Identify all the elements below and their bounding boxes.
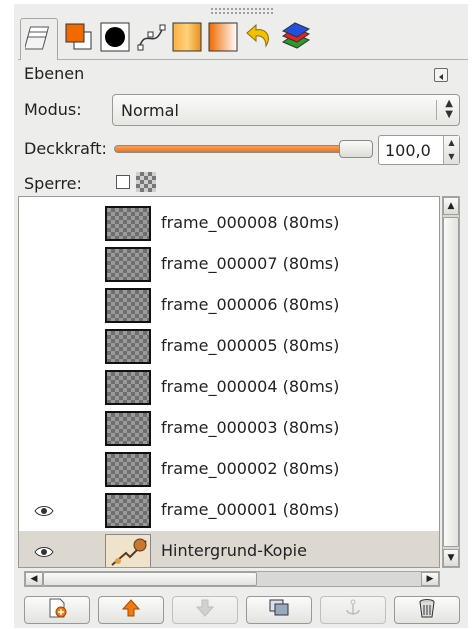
- spin-buttons[interactable]: ▲ ▼: [443, 136, 459, 164]
- layer-thumbnail: [105, 370, 151, 405]
- brushes-icon: [100, 22, 130, 56]
- layers-dialog: Ebenen Modus: Normal ▲ ▼ Deckkraft: 100,0…: [14, 4, 468, 628]
- layers-icon: [23, 25, 53, 55]
- visibility-toggle[interactable]: [33, 544, 55, 558]
- opacity-label: Deckkraft:: [24, 139, 107, 158]
- mode-label: Modus:: [24, 100, 82, 119]
- layer-row[interactable]: Hintergrund-Kopie: [19, 531, 439, 567]
- layer-name: frame_000007 (80ms): [161, 254, 340, 273]
- layer-name: frame_000001 (80ms): [161, 500, 340, 519]
- layer-name: frame_000002 (80ms): [161, 459, 340, 478]
- visibility-toggle[interactable]: [33, 462, 55, 476]
- spin-up-icon[interactable]: ▲: [444, 136, 459, 150]
- opacity-slider[interactable]: [114, 140, 373, 158]
- lock-alpha-checkbox[interactable]: [116, 175, 130, 189]
- layer-list-vscrollbar[interactable]: ▲ ▼: [442, 196, 460, 568]
- layer-thumbnail: [105, 206, 151, 241]
- layer-row[interactable]: frame_000001 (80ms): [19, 490, 439, 531]
- opacity-fill: [115, 146, 369, 152]
- tab-brushes[interactable]: [98, 22, 132, 56]
- tab-undo-history[interactable]: [242, 22, 276, 56]
- opacity-value: 100,0: [385, 141, 431, 160]
- duplicate-layer-icon: [268, 598, 290, 622]
- new-layer-button[interactable]: [24, 596, 90, 624]
- layer-thumbnail: [105, 534, 151, 567]
- layer-list: frame_000008 (80ms) frame_000007 (80ms) fr…: [18, 196, 440, 568]
- scroll-down-icon[interactable]: ▼: [443, 549, 459, 567]
- layer-row[interactable]: frame_000007 (80ms): [19, 244, 439, 285]
- mode-select[interactable]: Normal ▲ ▼: [112, 94, 460, 126]
- updown-arrows-icon: ▲ ▼: [445, 98, 453, 120]
- layer-name: frame_000003 (80ms): [161, 418, 340, 437]
- layer-thumbnail: [105, 247, 151, 282]
- lower-layer-icon: [195, 598, 215, 622]
- tab-colors[interactable]: [62, 22, 96, 56]
- layer-thumbnail: [105, 493, 151, 528]
- opacity-slider-handle[interactable]: [339, 140, 373, 158]
- paths-icon: [136, 22, 166, 56]
- raise-layer-icon: [121, 598, 141, 622]
- layer-row[interactable]: frame_000004 (80ms): [19, 367, 439, 408]
- eye-icon: [34, 506, 54, 516]
- tab-gradients[interactable]: [206, 22, 240, 56]
- layer-name: Hintergrund-Kopie: [161, 541, 307, 560]
- layer-thumbnail: [105, 411, 151, 446]
- layer-list-hscrollbar[interactable]: ◀ ▶: [24, 571, 440, 587]
- delete-layer-icon: [417, 597, 437, 623]
- tab-patterns[interactable]: [170, 22, 204, 56]
- tab-palettes[interactable]: [278, 22, 312, 56]
- alpha-channel-icon: [136, 172, 156, 192]
- palettes-icon: [279, 22, 311, 56]
- layer-thumbnail: [105, 329, 151, 364]
- tab-layers[interactable]: [20, 18, 58, 60]
- tab-menu-button[interactable]: [434, 68, 448, 82]
- vscroll-thumb[interactable]: [443, 217, 459, 547]
- gradients-icon: [208, 22, 238, 56]
- opacity-spinbox[interactable]: 100,0 ▲ ▼: [378, 135, 460, 165]
- dock-tabs: [18, 16, 468, 60]
- dialog-title: Ebenen: [24, 64, 85, 83]
- anchor-layer-icon: [343, 598, 363, 622]
- visibility-toggle[interactable]: [33, 380, 55, 394]
- scroll-right-icon[interactable]: ▶: [421, 572, 439, 586]
- layer-row[interactable]: frame_000002 (80ms): [19, 449, 439, 490]
- menu-arrow-icon: [437, 66, 445, 85]
- layer-name: frame_000004 (80ms): [161, 377, 340, 396]
- hscroll-thumb[interactable]: [43, 572, 257, 586]
- delete-layer-button[interactable]: [394, 596, 460, 624]
- layer-name: frame_000005 (80ms): [161, 336, 340, 355]
- layer-row[interactable]: frame_000003 (80ms): [19, 408, 439, 449]
- undo-history-icon: [244, 22, 274, 56]
- patterns-icon: [172, 22, 202, 56]
- layer-thumbnail: [105, 452, 151, 487]
- new-layer-icon: [46, 597, 68, 623]
- mode-value: Normal: [121, 101, 179, 120]
- layer-row[interactable]: frame_000008 (80ms): [19, 203, 439, 244]
- duplicate-layer-button[interactable]: [246, 596, 312, 624]
- tab-paths[interactable]: [134, 22, 168, 56]
- colors-icon: [65, 23, 93, 55]
- dock-grip[interactable]: [210, 7, 274, 15]
- visibility-toggle[interactable]: [33, 421, 55, 435]
- spin-down-icon[interactable]: ▼: [444, 150, 459, 164]
- layer-thumbnail: [105, 288, 151, 323]
- visibility-toggle[interactable]: [33, 257, 55, 271]
- anchor-layer-button[interactable]: [320, 596, 386, 624]
- lock-label: Sperre:: [24, 174, 82, 193]
- layer-name: frame_000006 (80ms): [161, 295, 340, 314]
- eye-icon: [34, 547, 54, 557]
- visibility-toggle[interactable]: [33, 298, 55, 312]
- lower-layer-button[interactable]: [172, 596, 238, 624]
- layer-name: frame_000008 (80ms): [161, 213, 340, 232]
- layer-row[interactable]: frame_000005 (80ms): [19, 326, 439, 367]
- layer-row[interactable]: frame_000006 (80ms): [19, 285, 439, 326]
- visibility-toggle[interactable]: [33, 503, 55, 517]
- scroll-left-icon[interactable]: ◀: [25, 572, 43, 586]
- raise-layer-button[interactable]: [98, 596, 164, 624]
- scroll-up-icon[interactable]: ▲: [443, 197, 459, 215]
- combo-separator: [436, 100, 437, 120]
- visibility-toggle[interactable]: [33, 216, 55, 230]
- visibility-toggle[interactable]: [33, 339, 55, 353]
